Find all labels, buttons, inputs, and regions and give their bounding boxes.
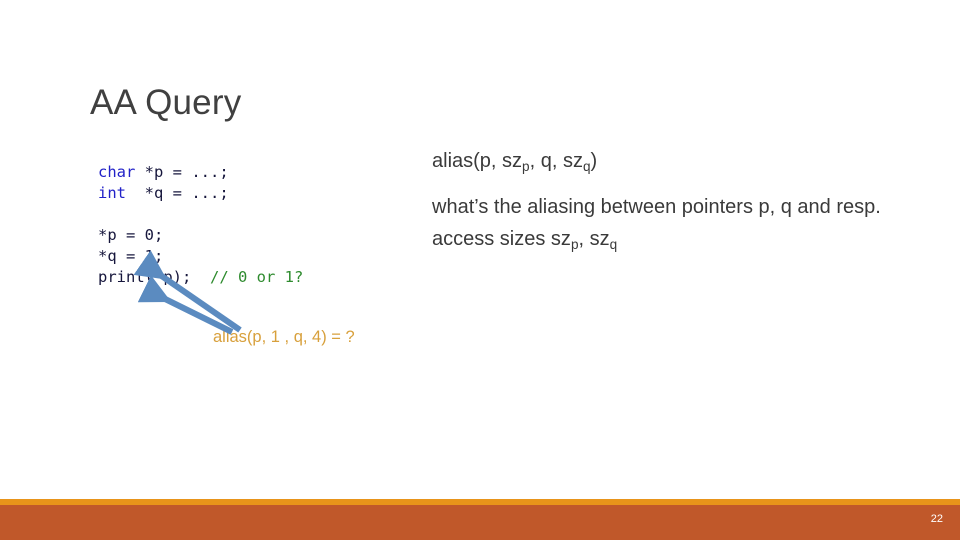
page-title: AA Query bbox=[90, 83, 242, 122]
alias-query-annotation: alias(p, 1 , q, 4) = ? bbox=[213, 328, 355, 346]
code-line-6: print(*p); bbox=[98, 268, 192, 286]
alias-description-text: what’s the aliasing between pointers p, … bbox=[432, 196, 881, 250]
alias-signature-suffix: ) bbox=[590, 150, 598, 172]
code-line-5: *q = 1; bbox=[98, 247, 164, 265]
alias-description-sub-q: q bbox=[609, 236, 618, 252]
alias-signature-sub-q: q bbox=[582, 158, 591, 174]
alias-signature-sub-p: p bbox=[522, 158, 530, 174]
alias-description-sub-p: p bbox=[570, 236, 579, 252]
code-keyword-int: int bbox=[98, 184, 136, 202]
code-keyword-char: char bbox=[98, 163, 136, 181]
code-comment: // 0 or 1? bbox=[210, 268, 304, 286]
alias-signature: alias(p, szp, q, szq) bbox=[432, 148, 927, 174]
right-column: alias(p, szp, q, szq) what’s the aliasin… bbox=[432, 148, 927, 255]
alias-description-mid: , sz bbox=[578, 228, 610, 250]
alias-description: what’s the aliasing between pointers p, … bbox=[432, 191, 927, 255]
alias-signature-mid: , q, sz bbox=[529, 150, 583, 172]
footer-bar bbox=[0, 505, 960, 540]
code-line-4: *p = 0; bbox=[98, 226, 164, 244]
slide-canvas: AA Query char *p = ...; int *q = ...; *p… bbox=[0, 0, 960, 540]
arrow-to-store-q bbox=[137, 275, 234, 335]
code-block: char *p = ...; int *q = ...; *p = 0; *q … bbox=[98, 162, 303, 288]
code-line-1-rest: *p = ...; bbox=[135, 163, 229, 181]
alias-signature-prefix: alias(p, sz bbox=[432, 150, 523, 172]
code-line-2-rest: *q = ...; bbox=[135, 184, 229, 202]
page-number: 22 bbox=[930, 513, 943, 525]
